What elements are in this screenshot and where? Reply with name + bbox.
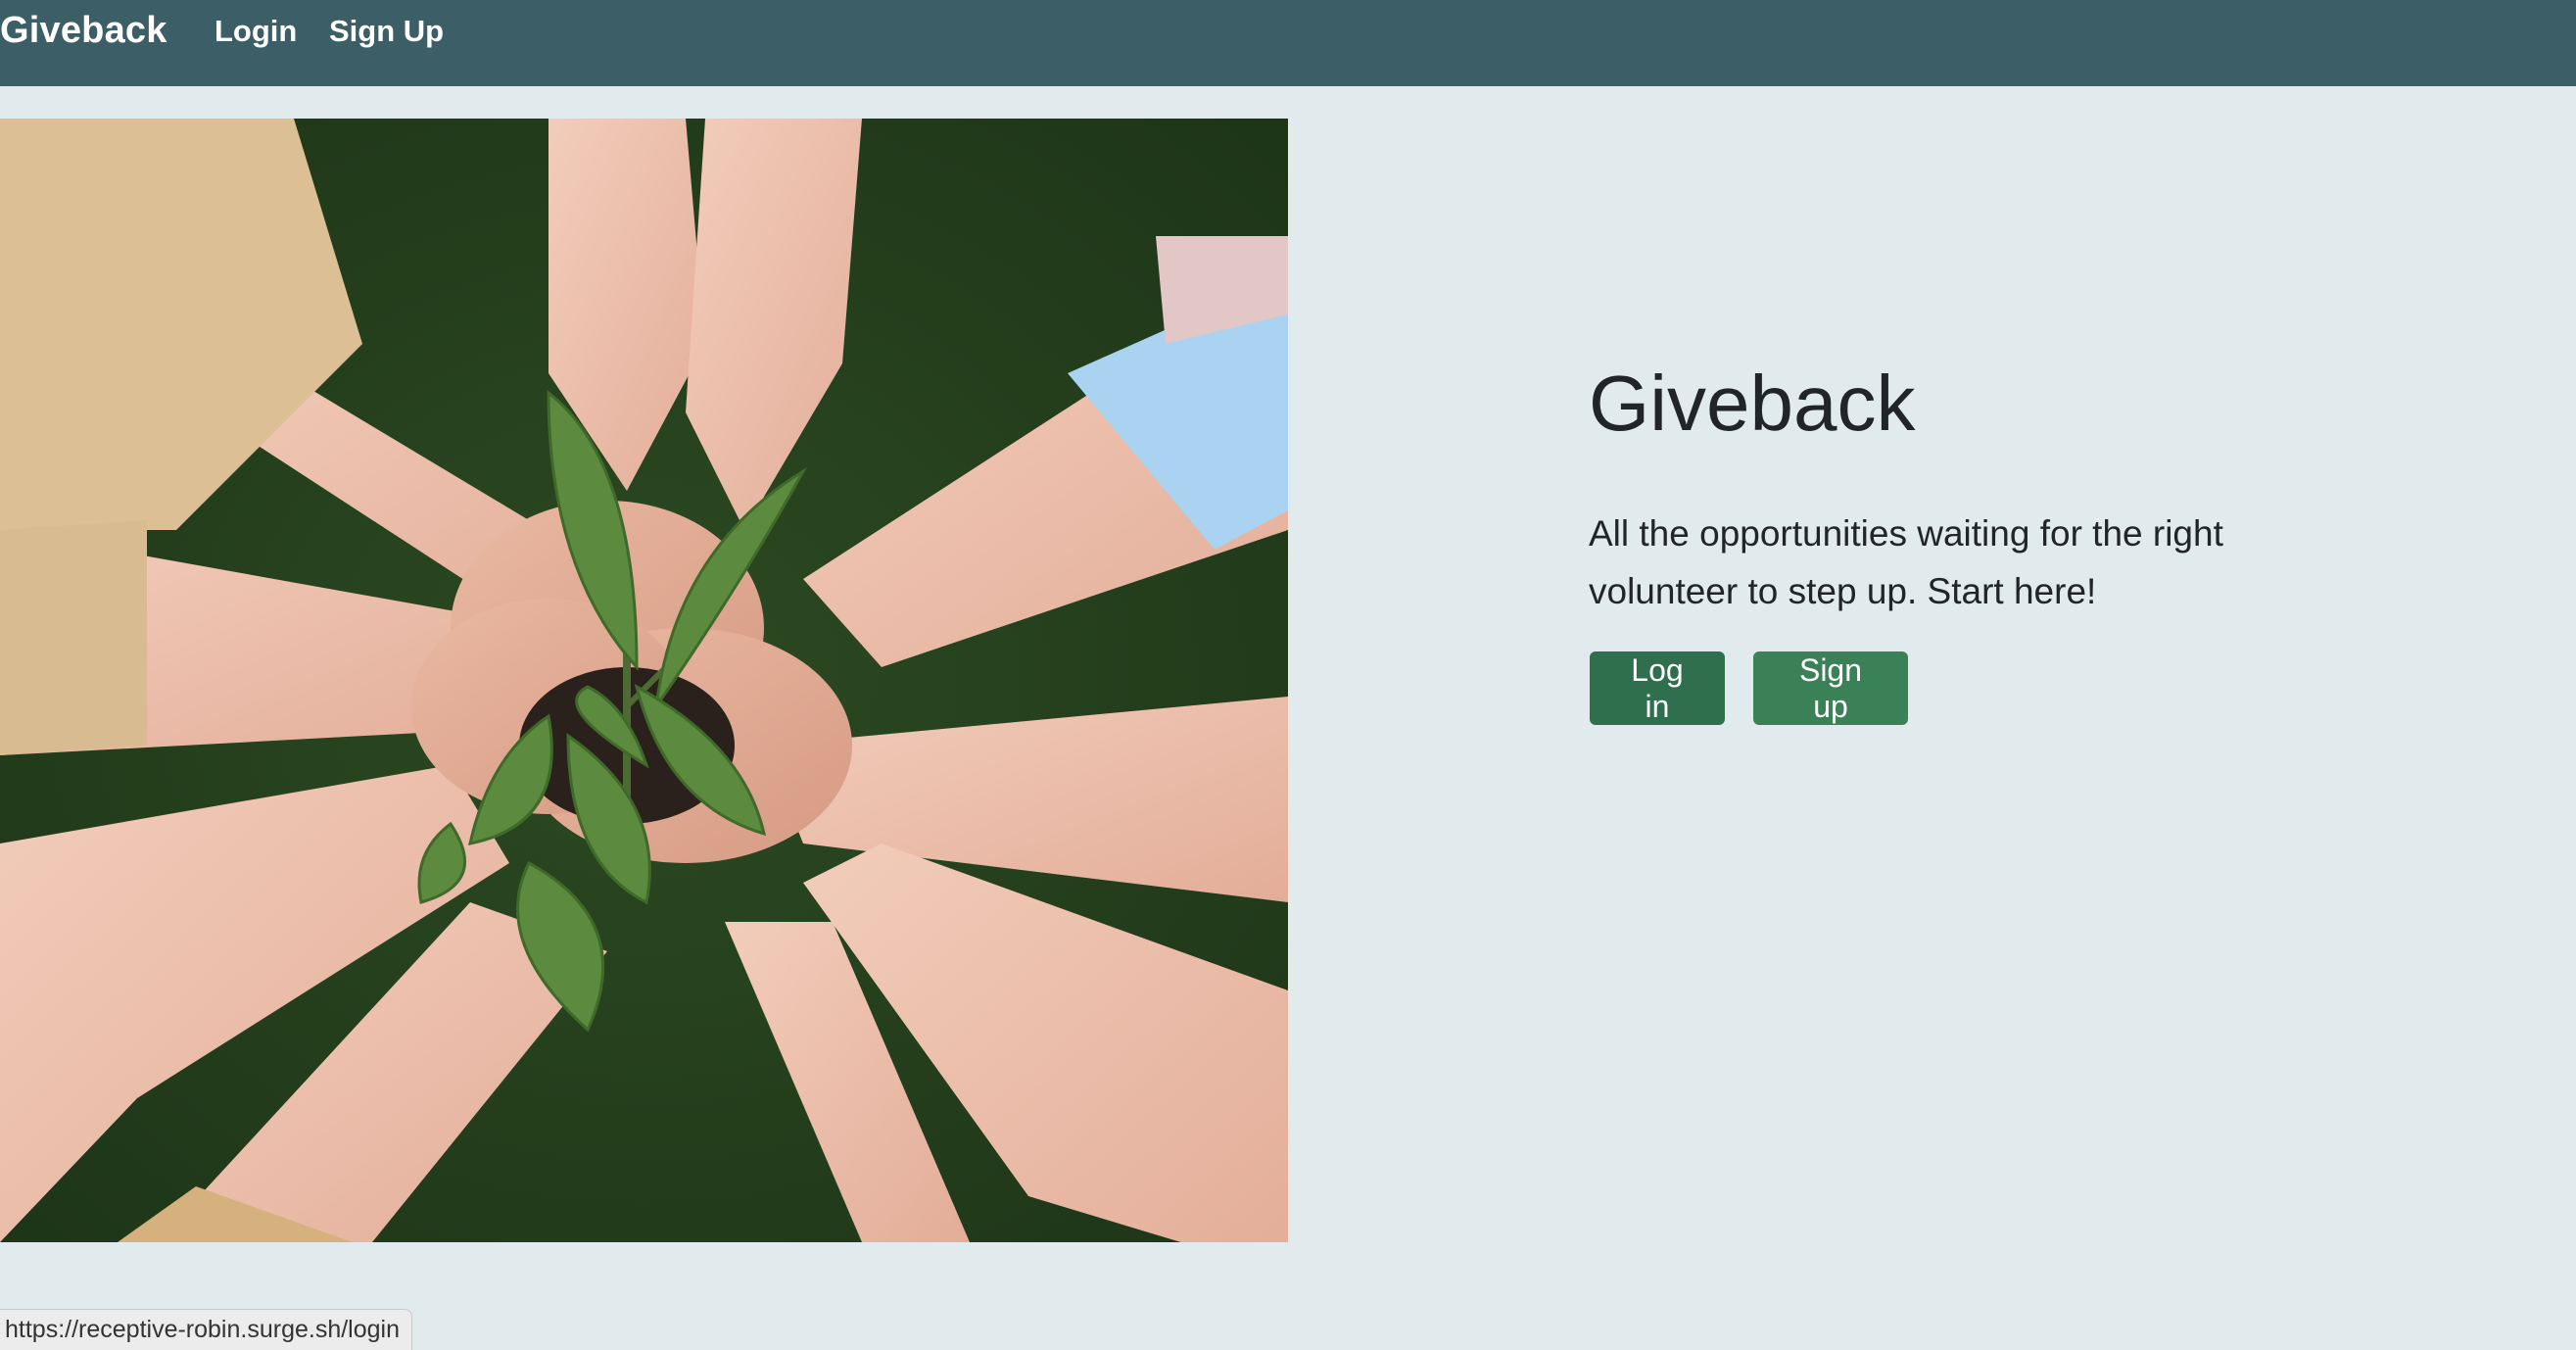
link-preview-status-bar: https://receptive-robin.surge.sh/login <box>0 1309 412 1350</box>
nav-login-link[interactable]: Login <box>215 14 297 49</box>
signup-button[interactable]: Sign up <box>1753 651 1908 725</box>
top-navbar: Giveback Login Sign Up <box>0 0 2576 86</box>
hands-holding-seedling-image <box>0 119 1288 1242</box>
login-button[interactable]: Log in <box>1590 651 1725 725</box>
hero-image <box>0 119 1288 1242</box>
nav-signup-link[interactable]: Sign Up <box>329 14 444 49</box>
hero-lead-text: All the opportunities waiting for the ri… <box>1589 513 2223 611</box>
hero-title: Giveback <box>1589 360 1916 447</box>
brand-link[interactable]: Giveback <box>0 10 167 52</box>
